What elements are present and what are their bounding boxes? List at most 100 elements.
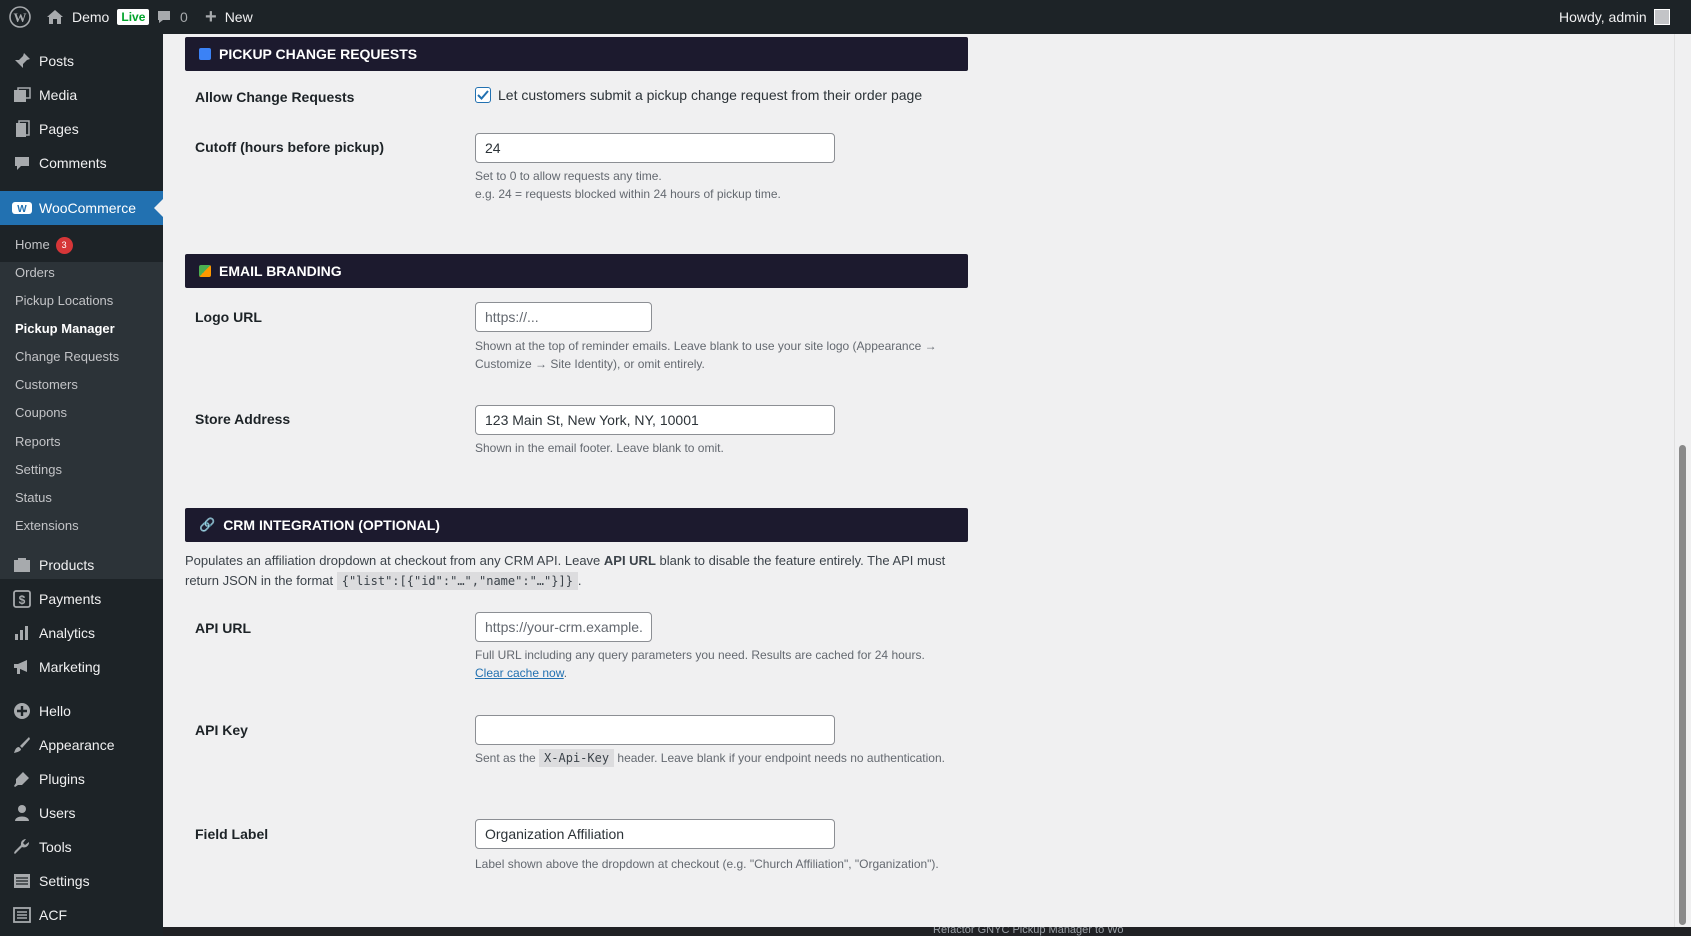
menu-settings[interactable]: Settings <box>0 864 163 898</box>
api-key-description-text: Sent as the <box>475 751 540 765</box>
user-icon <box>12 803 32 823</box>
acf-icon <box>12 905 32 925</box>
plug-icon <box>12 769 32 789</box>
submenu-pickup-locations[interactable]: Pickup Locations <box>15 291 113 311</box>
avatar <box>1653 9 1670 25</box>
menu-users[interactable]: Users <box>0 796 163 830</box>
submenu-status[interactable]: Status <box>15 488 52 508</box>
wrench-icon <box>12 837 32 857</box>
field-label-label: Field Label <box>195 826 269 842</box>
menu-products-label: Products <box>39 557 95 573</box>
menu-payments[interactable]: $ Payments <box>0 582 163 616</box>
menu-payments-label: Payments <box>39 591 102 607</box>
woo-icon: W <box>12 198 32 218</box>
clear-cache-link[interactable]: Clear cache now <box>475 666 564 680</box>
api-url-description: Full URL including any query parameters … <box>475 648 925 680</box>
menu-plugins-label: Plugins <box>39 771 85 787</box>
admin-bar: W Demo Live 0 + New Howdy, admin <box>0 0 1691 34</box>
menu-tools[interactable]: Tools <box>0 830 163 864</box>
home-badge: 3 <box>55 237 73 254</box>
logo-url-description: Shown at the top of reminder emails. Lea… <box>475 339 937 371</box>
submenu-settings[interactable]: Settings <box>15 460 62 480</box>
megaphone-icon <box>12 657 32 677</box>
section-title: PICKUP CHANGE REQUESTS <box>219 46 418 62</box>
submenu-change-requests[interactable]: Change Requests <box>15 347 119 367</box>
comment-icon <box>158 11 170 23</box>
submenu-extensions[interactable]: Extensions <box>15 516 79 536</box>
api-key-description: Sent as the X-Api-Key header. Leave blan… <box>475 749 945 768</box>
menu-marketing[interactable]: Marketing <box>0 650 163 684</box>
cutoff-input[interactable]: 24 <box>475 133 835 163</box>
svg-text:W: W <box>17 204 27 215</box>
plus-circle-icon <box>12 701 32 721</box>
submenu-reports[interactable]: Reports <box>15 432 61 452</box>
section-header-email-branding: EMAIL BRANDING <box>185 254 968 288</box>
submenu-coupons[interactable]: Coupons <box>15 403 67 423</box>
api-url-description-text: Full URL including any query parameters … <box>475 648 925 662</box>
checkmark-icon <box>477 90 489 100</box>
menu-users-label: Users <box>39 805 76 821</box>
wordpress-logo-icon[interactable]: W <box>9 0 31 34</box>
home-icon <box>47 10 63 24</box>
api-url-label: API URL <box>195 620 251 636</box>
api-key-input[interactable] <box>475 715 835 745</box>
link-icon: 🔗 <box>199 517 216 532</box>
menu-tools-label: Tools <box>39 839 72 855</box>
api-key-label: API Key <box>195 722 248 738</box>
store-address-input[interactable]: 123 Main St, New York, NY, 10001 <box>475 405 835 435</box>
field-label-input[interactable]: Organization Affiliation <box>475 819 835 849</box>
section-header-pickup-changes: PICKUP CHANGE REQUESTS <box>185 37 968 71</box>
logo-url-label: Logo URL <box>195 309 262 325</box>
menu-analytics-label: Analytics <box>39 625 96 641</box>
menu-comments[interactable]: Comments <box>0 146 163 180</box>
background-window-strip: Refactor GNYC Pickup Manager to Wo <box>163 927 1691 936</box>
submenu-pickup-manager[interactable]: Pickup Manager <box>15 319 115 339</box>
submenu-orders[interactable]: Orders <box>15 263 55 283</box>
allow-change-requests-checkbox[interactable] <box>475 87 491 103</box>
cutoff-description-2: e.g. 24 = requests blocked within 24 hou… <box>475 187 781 201</box>
menu-products[interactable]: Products <box>0 548 163 582</box>
menu-appearance[interactable]: Appearance <box>0 728 163 762</box>
section-title: EMAIL BRANDING <box>219 263 342 279</box>
account-link[interactable]: Howdy, admin <box>1559 0 1670 34</box>
scrollbar-thumb[interactable] <box>1679 445 1686 925</box>
menu-acf[interactable]: ACF <box>0 898 163 932</box>
cutoff-label: Cutoff (hours before pickup) <box>195 139 384 155</box>
media-icon <box>12 85 32 105</box>
submenu-customers[interactable]: Customers <box>15 375 78 395</box>
menu-woocommerce[interactable]: W WooCommerce <box>0 191 163 225</box>
site-name-link[interactable]: Demo Live <box>46 0 150 34</box>
menu-hello[interactable]: Hello <box>0 694 163 728</box>
live-badge: Live <box>117 9 150 25</box>
products-icon <box>12 555 32 575</box>
store-address-label: Store Address <box>195 411 291 427</box>
new-label: New <box>224 9 253 25</box>
allow-change-requests-label: Allow Change Requests <box>195 89 355 105</box>
sliders-icon <box>12 871 32 891</box>
crm-intro-text: Populates an affiliation dropdown at che… <box>185 553 604 568</box>
menu-analytics[interactable]: Analytics <box>0 616 163 650</box>
refresh-icon <box>199 48 211 60</box>
pin-icon <box>12 51 32 71</box>
menu-appearance-label: Appearance <box>39 737 115 753</box>
menu-marketing-label: Marketing <box>39 659 101 675</box>
comments-link[interactable]: 0 <box>156 0 188 34</box>
menu-media[interactable]: Media <box>0 78 163 112</box>
submenu-home[interactable]: Home 3 <box>15 235 73 255</box>
menu-acf-label: ACF <box>39 907 67 923</box>
menu-pages[interactable]: Pages <box>0 112 163 146</box>
svg-text:$: $ <box>19 593 26 607</box>
logo-url-input[interactable]: https://... <box>475 302 652 332</box>
menu-posts[interactable]: Posts <box>0 44 163 78</box>
menu-plugins[interactable]: Plugins <box>0 762 163 796</box>
crm-intro-bold: API URL <box>603 553 656 568</box>
menu-pages-label: Pages <box>39 121 79 137</box>
new-content-link[interactable]: + New <box>205 0 253 34</box>
comment-count: 0 <box>180 9 188 25</box>
background-window-text: Refactor GNYC Pickup Manager to Wo <box>933 927 1124 936</box>
settings-content: PICKUP CHANGE REQUESTS Allow Change Requ… <box>163 34 1674 927</box>
api-url-input[interactable]: https://your-crm.example. <box>475 612 652 642</box>
image-icon <box>199 265 211 277</box>
menu-comments-label: Comments <box>39 155 107 171</box>
menu-hello-label: Hello <box>39 703 71 719</box>
